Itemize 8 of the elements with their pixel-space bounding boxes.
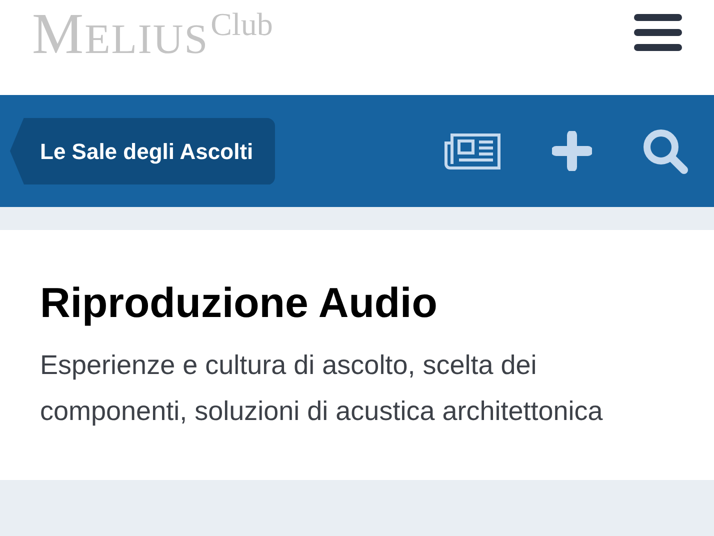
site-logo-suffix: Club [210, 8, 273, 40]
plus-icon[interactable] [552, 131, 592, 171]
newspaper-icon[interactable] [444, 131, 502, 171]
forum-title[interactable]: Riproduzione Audio [40, 278, 684, 328]
search-icon[interactable] [642, 128, 688, 174]
breadcrumb-link[interactable]: Le Sale degli Ascolti [10, 118, 276, 184]
forum-description: Esperienze e cultura di ascolto, scelta dei componenti, soluzioni di acustica architettonica [40, 349, 604, 428]
menu-icon[interactable] [634, 14, 682, 54]
